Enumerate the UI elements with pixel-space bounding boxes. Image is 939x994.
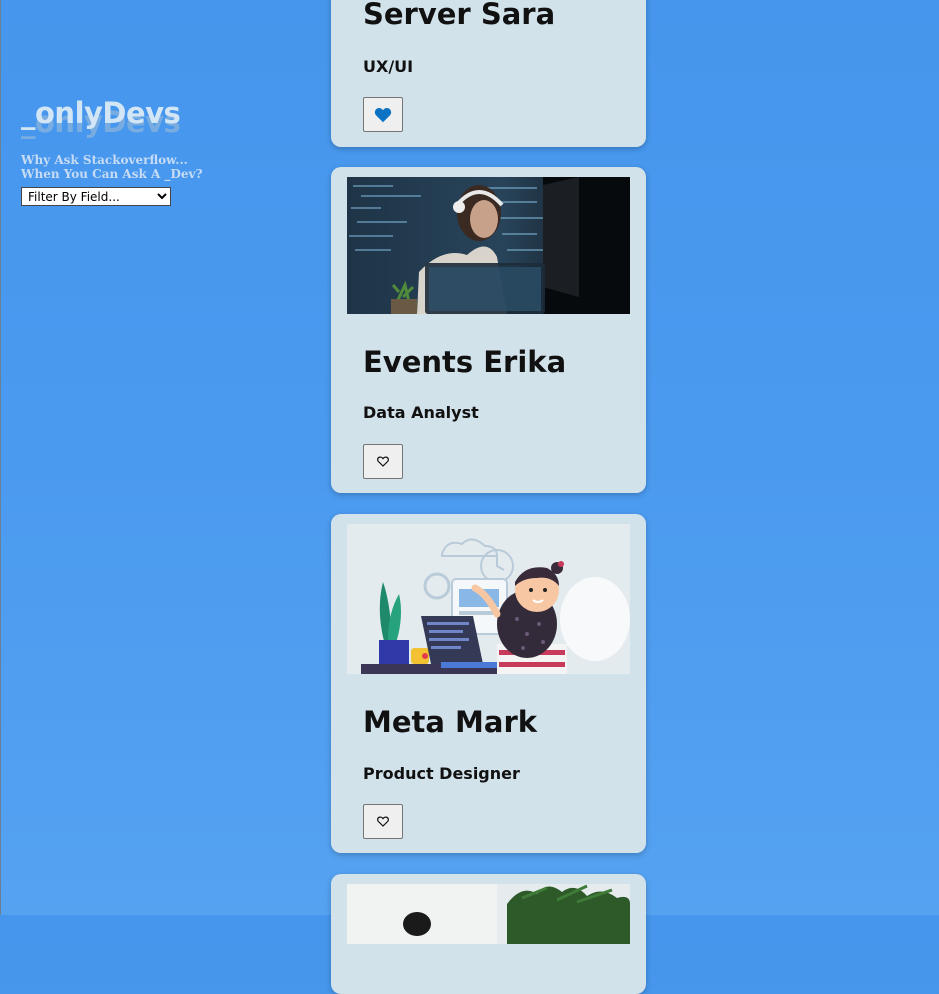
heart-filled-icon [374,107,392,122]
dev-card: Meta Mark Product Designer [331,514,646,853]
dev-illustration-bearded-developer [347,524,630,674]
heart-outline-icon [377,816,389,827]
like-button[interactable] [363,444,403,479]
dev-card: Events Erika Data Analyst [331,167,646,493]
brand-panel: _onlyDevs _onlyDevs Why Ask Stackoverflo… [21,96,221,206]
filter-by-field-select[interactable]: Filter By Field... [21,187,171,206]
tagline: Why Ask Stackoverflow... When You Can As… [21,153,221,181]
dev-photo-woman-headset [347,177,630,314]
dev-card: Server Sara UX/UI [331,0,646,147]
tagline-line-1: Why Ask Stackoverflow... [21,153,188,167]
dev-role: Product Designer [363,764,520,783]
dev-card [331,874,646,994]
dev-role: Data Analyst [363,403,479,422]
dev-role: UX/UI [363,57,414,76]
like-button[interactable] [363,804,403,839]
dev-name: Events Erika [363,345,567,379]
dev-name: Server Sara [363,0,556,31]
dev-photo-office [347,884,630,944]
tagline-line-2: When You Can Ask A _Dev? [21,167,203,181]
dev-name: Meta Mark [363,705,538,739]
heart-outline-icon [377,456,389,467]
like-button[interactable] [363,97,403,132]
logo-text: _onlyDevs [21,96,181,130]
logo: _onlyDevs _onlyDevs [21,96,221,139]
